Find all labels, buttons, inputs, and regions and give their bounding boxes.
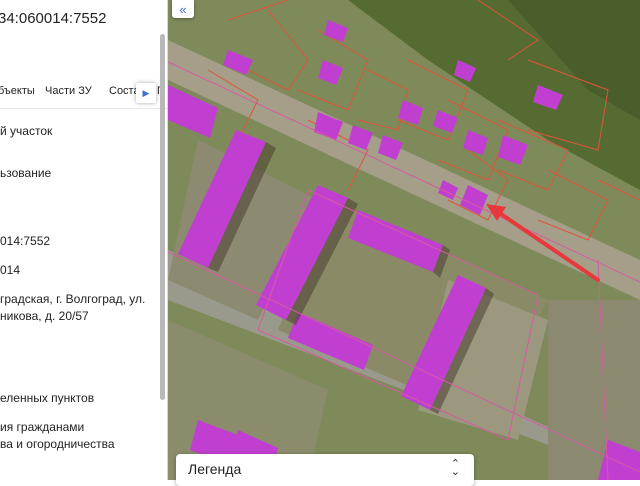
legend-label: Легенда bbox=[188, 461, 242, 477]
tab-composition[interactable]: Соста bbox=[109, 85, 140, 97]
map-canvas bbox=[168, 0, 640, 480]
tab-parts[interactable]: Части ЗУ bbox=[45, 85, 92, 97]
double-chevron-left-icon: « bbox=[179, 1, 187, 17]
field-land-category: еленных пунктов bbox=[0, 391, 95, 405]
cadastral-number-title: 34:060014:7552 bbox=[0, 10, 107, 27]
legend-bar[interactable]: Легенда ⌃ ⌄ bbox=[176, 454, 474, 486]
tabs-scroll-right-button[interactable]: ▶ bbox=[136, 83, 156, 103]
satellite-map[interactable] bbox=[168, 0, 640, 480]
triangle-right-icon: ▶ bbox=[142, 87, 150, 98]
field-cadastral-number: 014:7552 bbox=[0, 234, 51, 248]
field-address-line2: никова, д. 20/57 bbox=[0, 309, 89, 323]
field-object-type: й участок bbox=[0, 124, 53, 138]
field-usage-line2: ва и огородничества bbox=[0, 437, 115, 451]
expand-updown-icon[interactable]: ⌃ ⌄ bbox=[451, 459, 460, 478]
tab-objects[interactable]: бъекты bbox=[0, 85, 35, 97]
panel-scrollbar[interactable] bbox=[160, 34, 165, 400]
tabs-divider bbox=[0, 108, 168, 109]
field-address-line1: градская, г. Волгоград, ул. bbox=[0, 292, 146, 306]
collapse-panel-button[interactable]: « bbox=[172, 0, 194, 18]
info-panel: 34:060014:7552 бъекты Части ЗУ Соста П ▶… bbox=[0, 0, 168, 480]
field-usage-line1: ия гражданами bbox=[0, 420, 85, 434]
field-permitted-use: ьзование bbox=[0, 166, 52, 180]
field-quarter: 014 bbox=[0, 263, 21, 277]
